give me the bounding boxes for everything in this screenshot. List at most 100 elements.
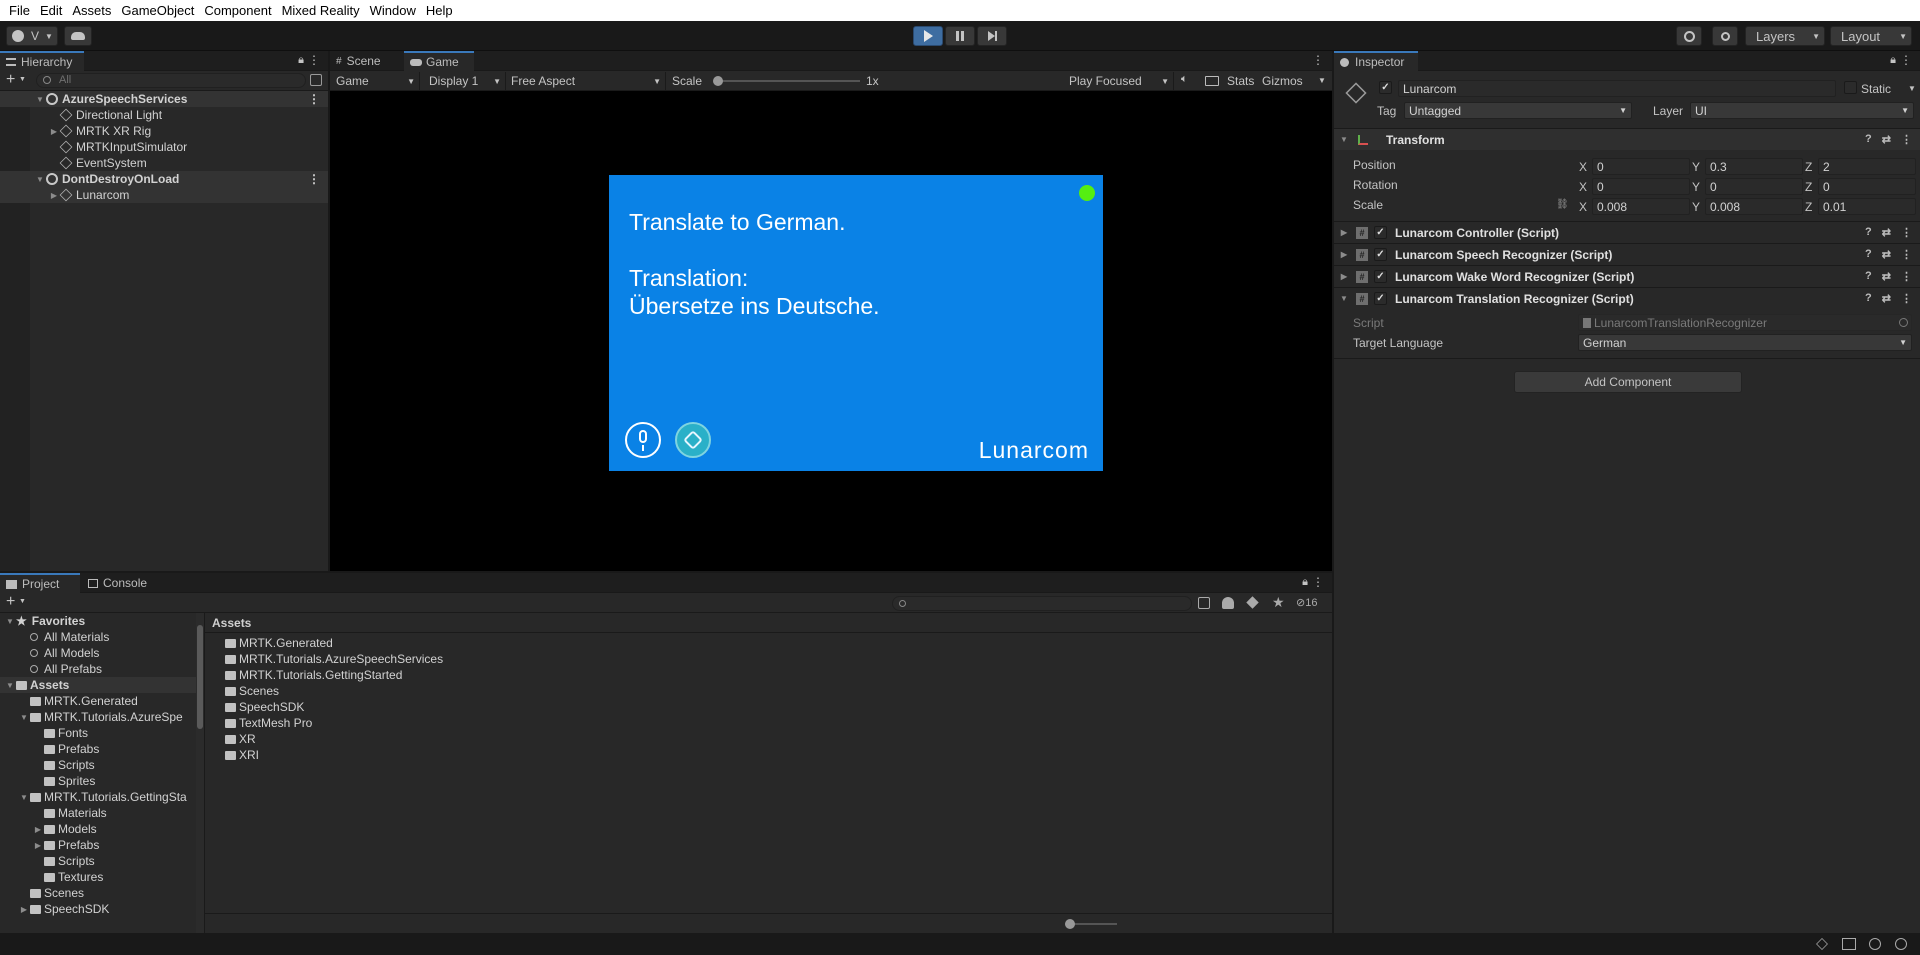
project-tree-item[interactable]: ▼ MRTK.Tutorials.GettingSta: [0, 789, 196, 805]
foldout-icon[interactable]: ▼: [4, 681, 16, 690]
menu-item-component[interactable]: Component: [199, 3, 276, 18]
scale-slider[interactable]: [713, 76, 860, 86]
add-icon[interactable]: +: [6, 593, 15, 611]
project-folder-item[interactable]: Scenes: [205, 683, 605, 699]
project-tree-item[interactable]: ▶ Prefabs: [0, 837, 196, 853]
project-tree-item[interactable]: MRTK.Generated: [0, 693, 196, 709]
menu-item-assets[interactable]: Assets: [67, 3, 116, 18]
foldout-icon[interactable]: ▼: [34, 175, 46, 184]
project-tree-item[interactable]: Scenes: [0, 885, 196, 901]
favorite-star-icon[interactable]: ★: [1272, 594, 1285, 611]
hidden-packages-button[interactable]: ⊘16: [1296, 596, 1317, 609]
pause-button[interactable]: [945, 26, 975, 46]
hierarchy-scene-row[interactable]: ▼ AzureSpeechServices ⋮: [0, 91, 328, 107]
project-tree-item[interactable]: ▶ SpeechSDK: [0, 901, 196, 917]
layer-dropdown[interactable]: UI ▼: [1690, 102, 1914, 119]
component-enabled-checkbox[interactable]: ✓: [1374, 292, 1387, 305]
project-tree-item[interactable]: Prefabs: [0, 741, 196, 757]
foldout-icon[interactable]: ▶: [32, 825, 44, 834]
project-tree-item[interactable]: ▶ Models: [0, 821, 196, 837]
component-enabled-checkbox[interactable]: ✓: [1374, 248, 1387, 261]
transform-header[interactable]: ▼ Transform ? ⇄ ⋮: [1334, 128, 1920, 150]
rotation-y-field[interactable]: 0: [1705, 178, 1803, 195]
preset-icon[interactable]: ⇄: [1882, 248, 1891, 261]
more-icon[interactable]: ⋮: [1901, 248, 1912, 261]
chevron-down-icon[interactable]: ▼: [19, 598, 26, 605]
auto-generate-lighting-icon[interactable]: [1816, 938, 1828, 950]
scale-slider-handle[interactable]: [713, 76, 723, 86]
preset-icon[interactable]: ⇄: [1882, 270, 1891, 283]
project-tree-item[interactable]: Textures: [0, 869, 196, 885]
cache-server-icon[interactable]: [1842, 938, 1856, 950]
project-tree-item[interactable]: Materials: [0, 805, 196, 821]
target-language-dropdown[interactable]: German ▼: [1578, 334, 1912, 351]
tab-game[interactable]: Game: [404, 51, 474, 71]
rotation-z-field[interactable]: 0: [1818, 178, 1916, 195]
cloud-button[interactable]: [64, 26, 92, 46]
gizmos-button[interactable]: Gizmos: [1262, 74, 1303, 88]
play-focused-dropdown[interactable]: Play Focused ▼: [1066, 72, 1174, 90]
tag-icon[interactable]: [1246, 596, 1259, 609]
chevron-down-icon[interactable]: ▼: [1908, 84, 1916, 93]
project-folder-item[interactable]: XRI: [205, 747, 605, 763]
tab-inspector[interactable]: Inspector: [1334, 51, 1418, 71]
menu-item-gameobject[interactable]: GameObject: [116, 3, 199, 18]
component-enabled-checkbox[interactable]: ✓: [1374, 226, 1387, 239]
display-dropdown[interactable]: Display 1 ▼: [426, 72, 506, 90]
more-icon[interactable]: ⋮: [1901, 292, 1912, 305]
project-folder-item[interactable]: SpeechSDK: [205, 699, 605, 715]
foldout-icon[interactable]: ▶: [48, 191, 60, 200]
tab-scene[interactable]: # Scene: [330, 51, 402, 71]
foldout-icon[interactable]: ▼: [18, 793, 30, 802]
hierarchy-row[interactable]: MRTKInputSimulator: [0, 139, 328, 155]
scale-y-field[interactable]: 0.008: [1705, 198, 1803, 215]
foldout-icon[interactable]: ▶: [18, 905, 30, 914]
component-header[interactable]: ▶ # ✓ Lunarcom Speech Recognizer (Script)? ⇄…: [1334, 243, 1920, 265]
project-folder-item[interactable]: MRTK.Generated: [205, 635, 605, 651]
foldout-icon[interactable]: ▼: [34, 95, 46, 104]
more-icon[interactable]: ⋮: [308, 92, 320, 106]
project-tree-item[interactable]: Scripts: [0, 853, 196, 869]
search-button[interactable]: [1712, 26, 1738, 46]
preset-icon[interactable]: ⇄: [1882, 133, 1891, 146]
foldout-icon[interactable]: ▶: [48, 127, 60, 136]
tree-scrollbar-thumb[interactable]: [197, 625, 203, 729]
tree-scrollbar[interactable]: [196, 613, 204, 933]
project-folder-item[interactable]: XR: [205, 731, 605, 747]
more-icon[interactable]: ⋮: [308, 172, 320, 186]
active-checkbox[interactable]: ✓: [1379, 81, 1392, 94]
scale-z-field[interactable]: 0.01: [1818, 198, 1916, 215]
mute-audio-icon[interactable]: 🔈︎: [1181, 73, 1188, 86]
foldout-icon[interactable]: ▼: [18, 713, 30, 722]
preset-icon[interactable]: ⇄: [1882, 292, 1891, 305]
hierarchy-row[interactable]: EventSystem: [0, 155, 328, 171]
microphone-button[interactable]: [625, 422, 661, 458]
tag-dropdown[interactable]: Untagged ▼: [1404, 102, 1632, 119]
project-tree-item[interactable]: All Prefabs: [0, 661, 196, 677]
target-icon[interactable]: [1899, 318, 1908, 327]
stats-button[interactable]: Stats: [1227, 74, 1254, 88]
more-icon[interactable]: ⋮: [1312, 575, 1324, 589]
tab-project[interactable]: Project: [0, 573, 80, 593]
position-x-field[interactable]: 0: [1592, 158, 1690, 175]
component-header[interactable]: ▶ # ✓ Lunarcom Controller (Script)? ⇄ ⋮: [1334, 221, 1920, 243]
more-icon[interactable]: ⋮: [308, 53, 320, 67]
keyboard-icon[interactable]: [1205, 76, 1219, 86]
help-icon[interactable]: ?: [1865, 226, 1872, 239]
hierarchy-row[interactable]: ▶ Lunarcom: [0, 187, 328, 203]
link-icon[interactable]: ⛓︎: [1556, 199, 1569, 210]
menu-item-help[interactable]: Help: [421, 3, 458, 18]
help-icon[interactable]: ?: [1865, 270, 1872, 283]
more-icon[interactable]: ⋮: [1901, 226, 1912, 239]
tab-hierarchy[interactable]: Hierarchy: [0, 51, 84, 71]
tab-console[interactable]: Console: [82, 573, 162, 593]
project-tree-item[interactable]: ▼ MRTK.Tutorials.AzureSpe: [0, 709, 196, 725]
lock-icon[interactable]: 🔒︎: [1890, 54, 1896, 67]
project-tree-item[interactable]: All Models: [0, 645, 196, 661]
component-enabled-checkbox[interactable]: ✓: [1374, 270, 1387, 283]
add-component-button[interactable]: Add Component: [1514, 371, 1742, 393]
component-header[interactable]: ▼ # ✓ Lunarcom Translation Recognizer (Scri…: [1334, 287, 1920, 309]
preset-icon[interactable]: ⇄: [1882, 226, 1891, 239]
icon-size-slider-handle[interactable]: [1065, 919, 1075, 929]
sync-icon[interactable]: [1895, 938, 1907, 950]
